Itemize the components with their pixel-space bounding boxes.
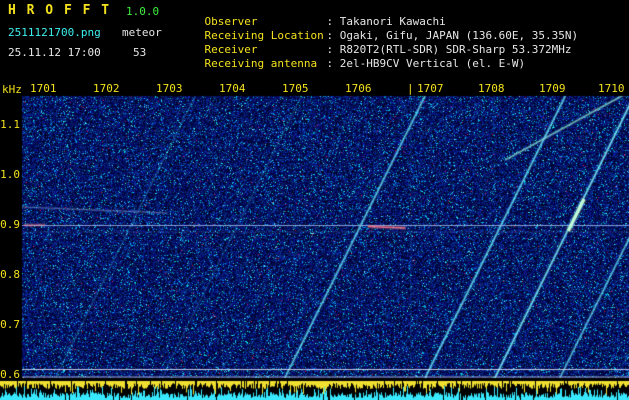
observation-datetime: 25.11.12 17:00 bbox=[8, 46, 101, 59]
info-row-antenna: Receiving antenna : 2el-HB9CV Vertical (e… bbox=[178, 46, 526, 82]
freq-tick-1.0: 1.0 bbox=[0, 168, 20, 181]
time-tick-1702: 1702 bbox=[93, 82, 120, 95]
info-value: : 2el-HB9CV Vertical (el. E-W) bbox=[326, 57, 526, 70]
time-tick-1707: 1707 bbox=[417, 82, 444, 95]
info-label: Receiving antenna bbox=[204, 57, 318, 70]
time-tick-1701: 1701 bbox=[30, 82, 57, 95]
app-title: H R O F F T bbox=[8, 3, 111, 18]
time-tick-1706: 1706 bbox=[345, 82, 372, 95]
freq-tick-0.8: 0.8 bbox=[0, 268, 20, 281]
minute-tick: | bbox=[407, 82, 414, 95]
freq-tick-0.9: 0.9 bbox=[0, 218, 20, 231]
mode-label: meteor bbox=[122, 26, 162, 39]
output-filename: 2511121700.png bbox=[8, 26, 101, 39]
time-tick-1703: 1703 bbox=[156, 82, 183, 95]
time-tick-1704: 1704 bbox=[219, 82, 246, 95]
freq-tick-1.1: 1.1 bbox=[0, 118, 20, 131]
time-tick-1705: 1705 bbox=[282, 82, 309, 95]
app-version: 1.0.0 bbox=[126, 5, 160, 18]
time-tick-1708: 1708 bbox=[478, 82, 505, 95]
time-tick-1709: 1709 bbox=[539, 82, 566, 95]
time-tick-1710: 1710 bbox=[598, 82, 625, 95]
freq-tick-0.7: 0.7 bbox=[0, 318, 20, 331]
meteor-count: 53 bbox=[133, 46, 147, 59]
freq-axis-unit: kHz bbox=[2, 83, 22, 96]
hrofft-screenshot: H R O F F T 1.0.0 2511121700.png meteor … bbox=[0, 0, 629, 400]
freq-tick-0.6: 0.6 bbox=[0, 368, 20, 381]
